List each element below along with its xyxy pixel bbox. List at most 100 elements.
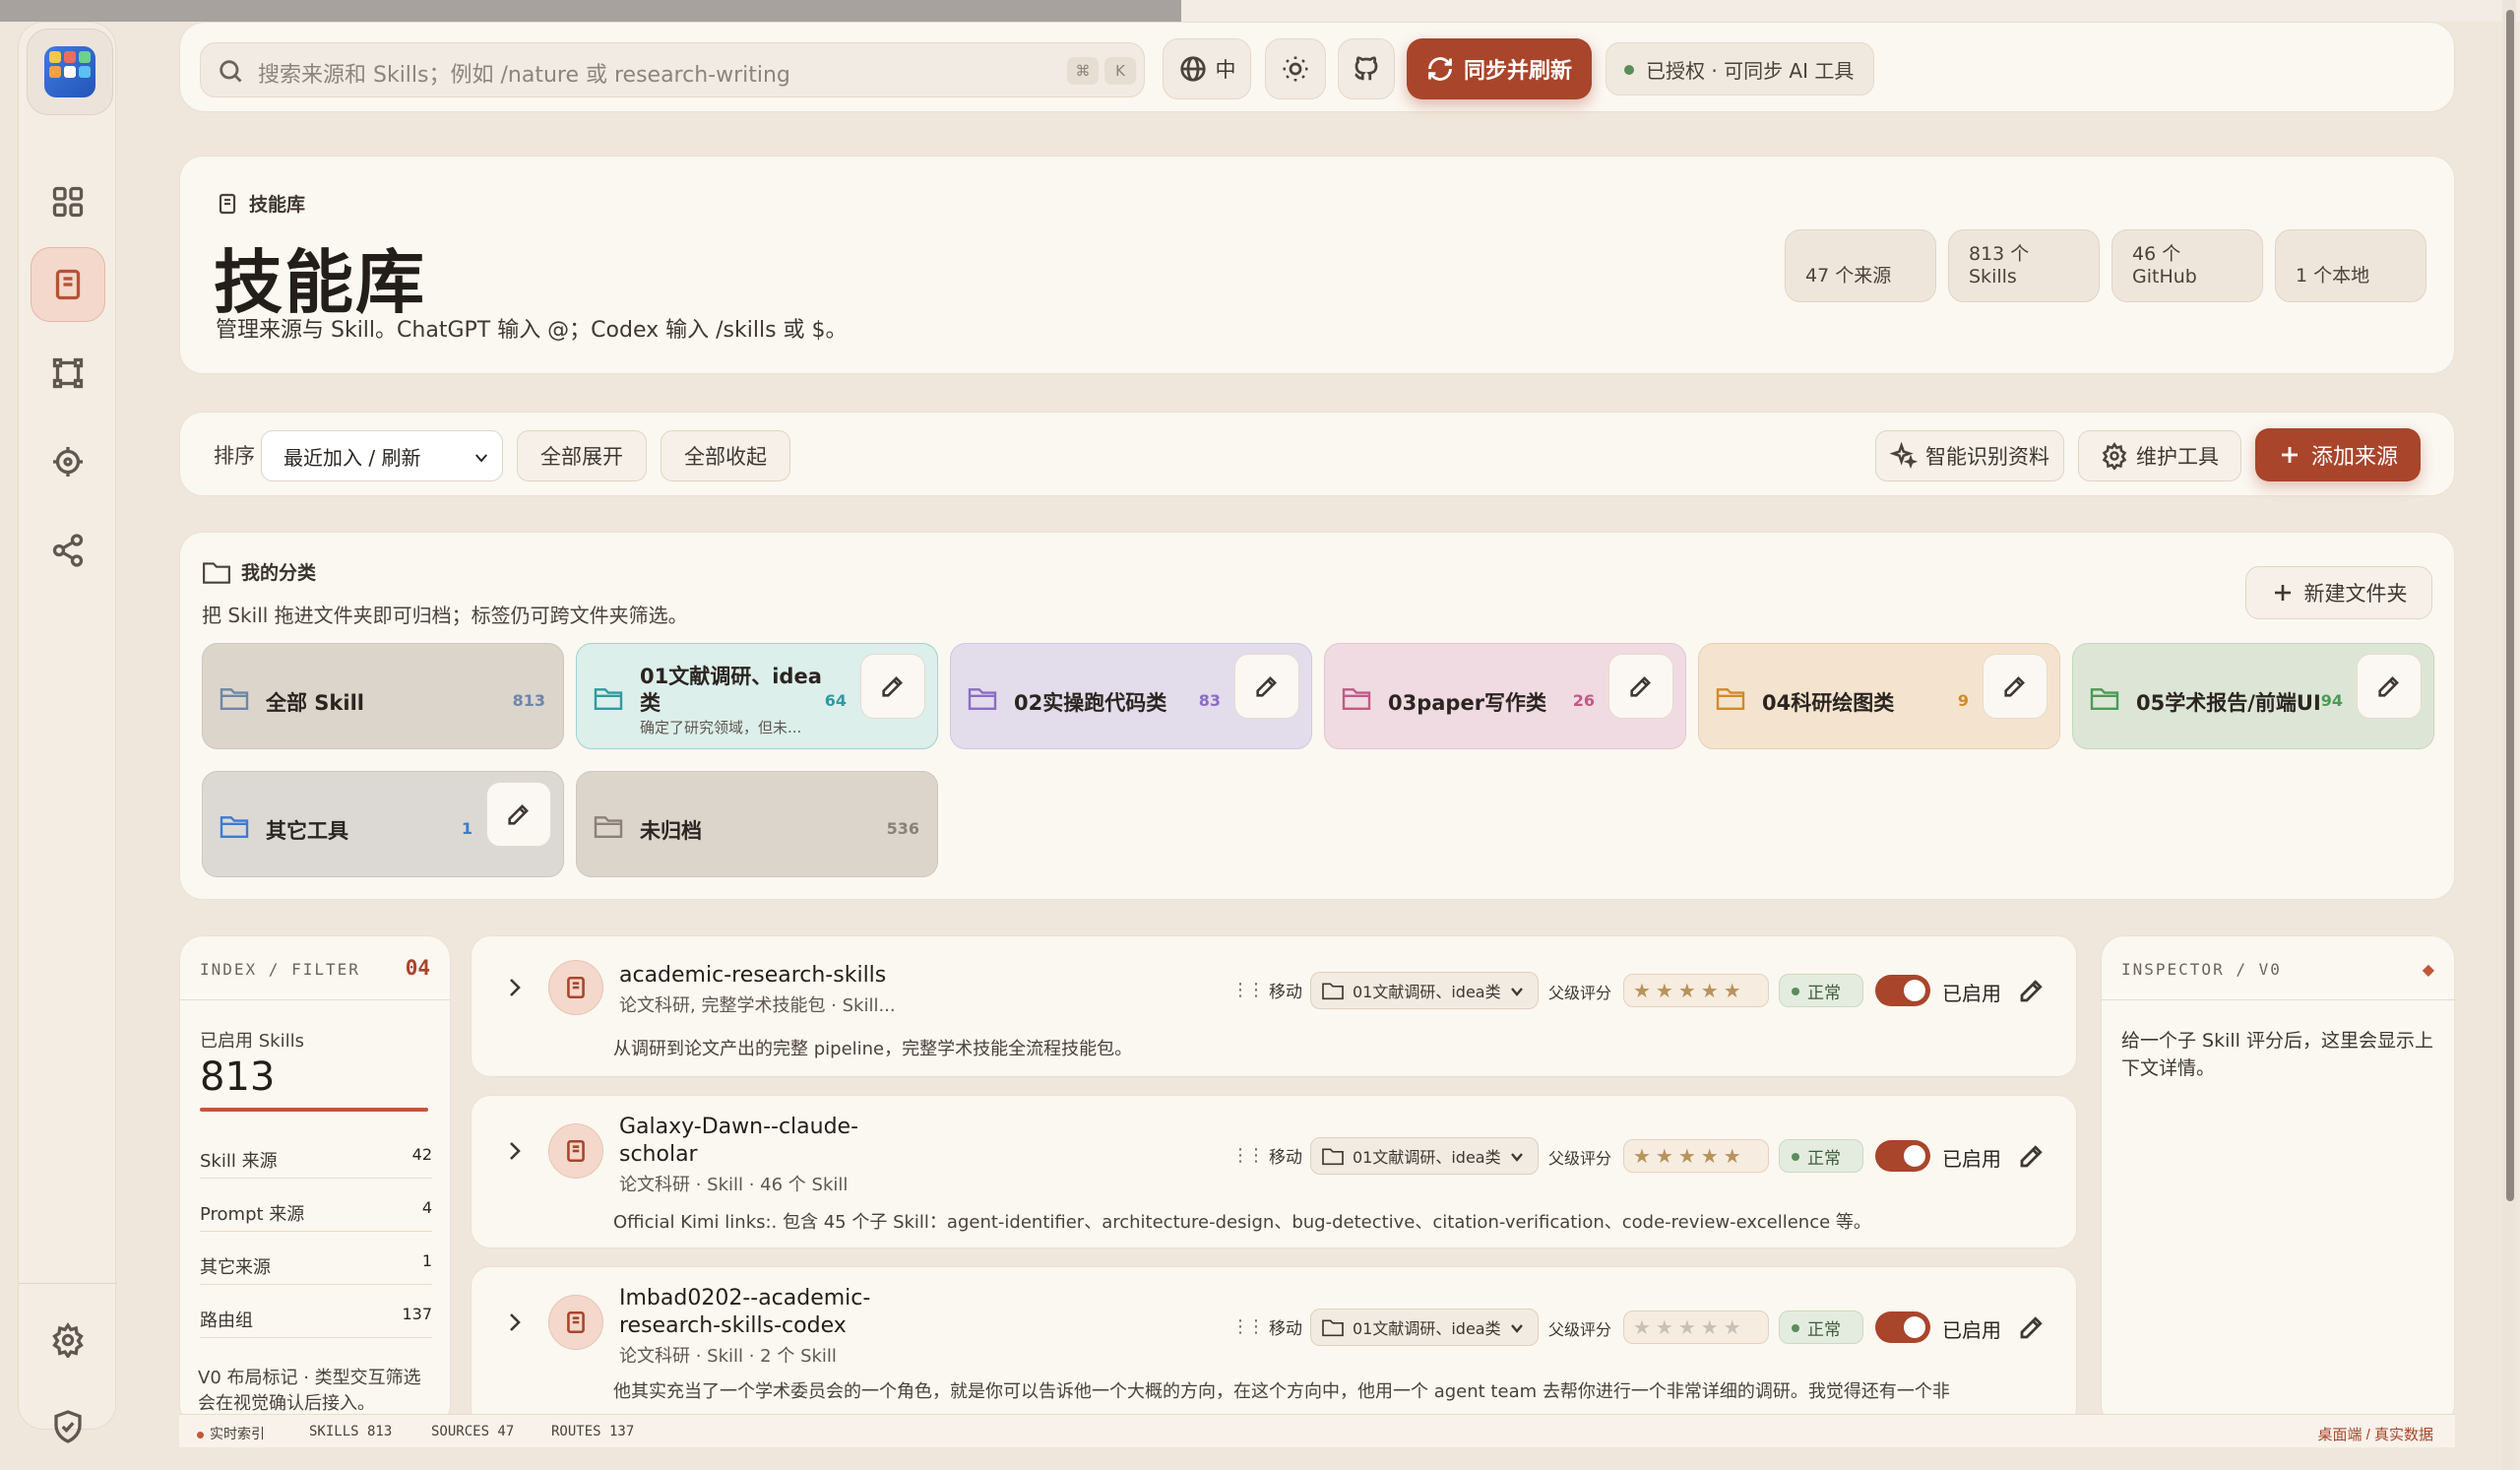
move-handle[interactable]: ⋮⋮ 移动: [1231, 1143, 1302, 1168]
filter-row-route-groups[interactable]: 路由组 137: [200, 1285, 432, 1338]
folder-select[interactable]: 01文献调研、idea类: [1310, 1137, 1539, 1175]
footer-routes: ROUTES 137: [551, 1424, 635, 1439]
left-rail: [18, 22, 117, 1443]
sync-refresh-button[interactable]: 同步并刷新: [1407, 38, 1592, 99]
skill-name[interactable]: academic-research-skills: [619, 962, 886, 990]
enable-toggle[interactable]: [1875, 975, 1930, 1006]
chevron-right-icon[interactable]: [505, 976, 525, 999]
add-source-button[interactable]: 添加来源: [2255, 428, 2421, 481]
move-label: 移动: [1269, 983, 1302, 1002]
stat-github: 46 个 GitHub: [2111, 229, 2263, 302]
nav-security[interactable]: [31, 1389, 105, 1464]
shield-icon: [54, 1410, 82, 1443]
skill-meta: 论文科研 · Skill · 2 个 Skill: [619, 1346, 837, 1367]
app-logo[interactable]: [27, 29, 113, 115]
smart-identify-button[interactable]: 智能识别资料: [1875, 430, 2064, 481]
sort-select[interactable]: 最近加入 / 刷新: [261, 430, 503, 481]
status-badge: 正常: [1779, 1310, 1863, 1344]
nav-workflow[interactable]: [31, 336, 105, 411]
nodes-icon: [52, 357, 84, 389]
collapse-all-button[interactable]: 全部收起: [661, 430, 790, 481]
inspector-heading: INSPECTOR / V0: [2121, 960, 2282, 979]
chevron-right-icon[interactable]: [505, 1310, 525, 1334]
book-icon: [567, 976, 585, 999]
scrollbar-thumb[interactable]: [2506, 10, 2514, 1201]
folder-edit-button[interactable]: [1983, 654, 2048, 719]
maintenance-button[interactable]: 维护工具: [2078, 430, 2241, 481]
nav-share[interactable]: [31, 513, 105, 588]
status-dot: [1624, 65, 1634, 75]
enabled-label: 已启用: [1942, 1318, 2001, 1342]
folder-02-code[interactable]: 02实操跑代码类 83: [950, 643, 1312, 749]
folder-count: 536: [886, 819, 919, 838]
skill-name[interactable]: Galaxy-Dawn--claude-scholar: [619, 1114, 875, 1169]
expand-all-button[interactable]: 全部展开: [517, 430, 647, 481]
folder-name: 其它工具: [266, 819, 348, 843]
pencil-icon[interactable]: [2017, 1141, 2047, 1171]
folder-edit-button[interactable]: [2357, 654, 2422, 719]
folder-icon: [1322, 1148, 1344, 1166]
filter-row-other-sources[interactable]: 其它来源 1: [200, 1232, 432, 1285]
pencil-icon[interactable]: [2017, 1312, 2047, 1342]
status-bar: 实时索引 SKILLS 813 SOURCES 47 ROUTES 137 桌面…: [179, 1414, 2455, 1447]
pencil-icon[interactable]: [2017, 976, 2047, 1005]
folder-select[interactable]: 01文献调研、idea类: [1310, 972, 1539, 1009]
folder-select[interactable]: 01文献调研、idea类: [1310, 1309, 1539, 1346]
plus-icon: [2281, 447, 2298, 463]
rating-stars[interactable]: ★★★★★: [1623, 1139, 1769, 1173]
language-button[interactable]: 中: [1163, 38, 1251, 99]
folder-edit-button[interactable]: [860, 654, 925, 719]
folder-01-literature[interactable]: 01文献调研、idea类 确定了研究领域，但未... 64: [576, 643, 938, 749]
nav-dashboard[interactable]: [31, 164, 105, 239]
folder-count: 813: [512, 691, 545, 710]
inspector-message: 给一个子 Skill 评分后，这里会显示上下文详情。: [2121, 1030, 2433, 1079]
enable-toggle[interactable]: [1875, 1140, 1930, 1172]
folder-edit-button[interactable]: [1608, 654, 1673, 719]
folder-count: 64: [824, 691, 847, 710]
github-button[interactable]: [1338, 38, 1395, 99]
skill-desc: 从调研到论文产出的完整 pipeline，完整学术技能全流程技能包。: [613, 1039, 1133, 1059]
stat-local: 1 个本地: [2275, 229, 2426, 302]
nav-skill-library[interactable]: [31, 247, 105, 322]
filter-row-prompt-sources[interactable]: Prompt 来源 4: [200, 1179, 432, 1232]
folder-unarchived[interactable]: 未归档 536: [576, 771, 938, 877]
skill-row[interactable]: Galaxy-Dawn--claude-scholar 论文科研 · Skill…: [471, 1095, 2077, 1248]
theme-toggle-button[interactable]: [1265, 38, 1326, 99]
folder-05-reports[interactable]: 05学术报告/前端UI 94: [2072, 643, 2434, 749]
diamond-icon: ◆: [2422, 960, 2434, 979]
divider: [180, 999, 450, 1000]
folder-select-value: 01文献调研、idea类: [1353, 983, 1501, 1001]
index-filter-panel: INDEX / FILTER 04 已启用 Skills 813 Skill 来…: [179, 935, 451, 1428]
nav-settings[interactable]: [31, 1303, 105, 1377]
book-icon: [55, 269, 81, 300]
filter-row-count: 1: [421, 1251, 432, 1270]
folder-04-figures[interactable]: 04科研绘图类 9: [1698, 643, 2060, 749]
footer-skills: SKILLS 813: [309, 1424, 393, 1439]
nav-target[interactable]: [31, 424, 105, 499]
github-icon: [1354, 56, 1378, 81]
new-folder-button[interactable]: 新建文件夹: [2245, 566, 2432, 619]
filter-row-count: 4: [421, 1198, 432, 1217]
skill-row[interactable]: Imbad0202--academic-research-skills-code…: [471, 1266, 2077, 1428]
folder-icon: [1342, 688, 1371, 711]
footer-mode: 桌面端 / 真实数据: [2317, 1427, 2433, 1443]
folder-edit-button[interactable]: [1234, 654, 1299, 719]
folder-all-skills[interactable]: 全部 Skill 813: [202, 643, 564, 749]
parent-rating-label: 父级评分: [1548, 1149, 1612, 1168]
rating-stars[interactable]: ★★★★★: [1623, 974, 1769, 1007]
skill-name[interactable]: Imbad0202--academic-research-skills-code…: [619, 1285, 875, 1340]
app-logo-icon: [44, 46, 95, 97]
rating-stars[interactable]: ★★★★★: [1623, 1310, 1769, 1344]
filter-row-label: 路由组: [200, 1310, 253, 1331]
chevron-right-icon[interactable]: [505, 1139, 525, 1163]
folder-icon: [1322, 1319, 1344, 1337]
folder-03-writing[interactable]: 03paper写作类 26: [1324, 643, 1686, 749]
folder-other-tools[interactable]: 其它工具 1: [202, 771, 564, 877]
folder-edit-button[interactable]: [486, 782, 551, 847]
skill-row[interactable]: academic-research-skills 论文科研, 完整学术技能包 ·…: [471, 935, 2077, 1077]
filter-row-skill-sources[interactable]: Skill 来源 42: [200, 1125, 432, 1179]
enable-toggle[interactable]: [1875, 1311, 1930, 1343]
move-handle[interactable]: ⋮⋮ 移动: [1231, 1314, 1302, 1339]
search-input[interactable]: 搜索来源和 Skills；例如 /nature 或 research-writi…: [200, 42, 1145, 97]
move-handle[interactable]: ⋮⋮ 移动: [1231, 978, 1302, 1002]
